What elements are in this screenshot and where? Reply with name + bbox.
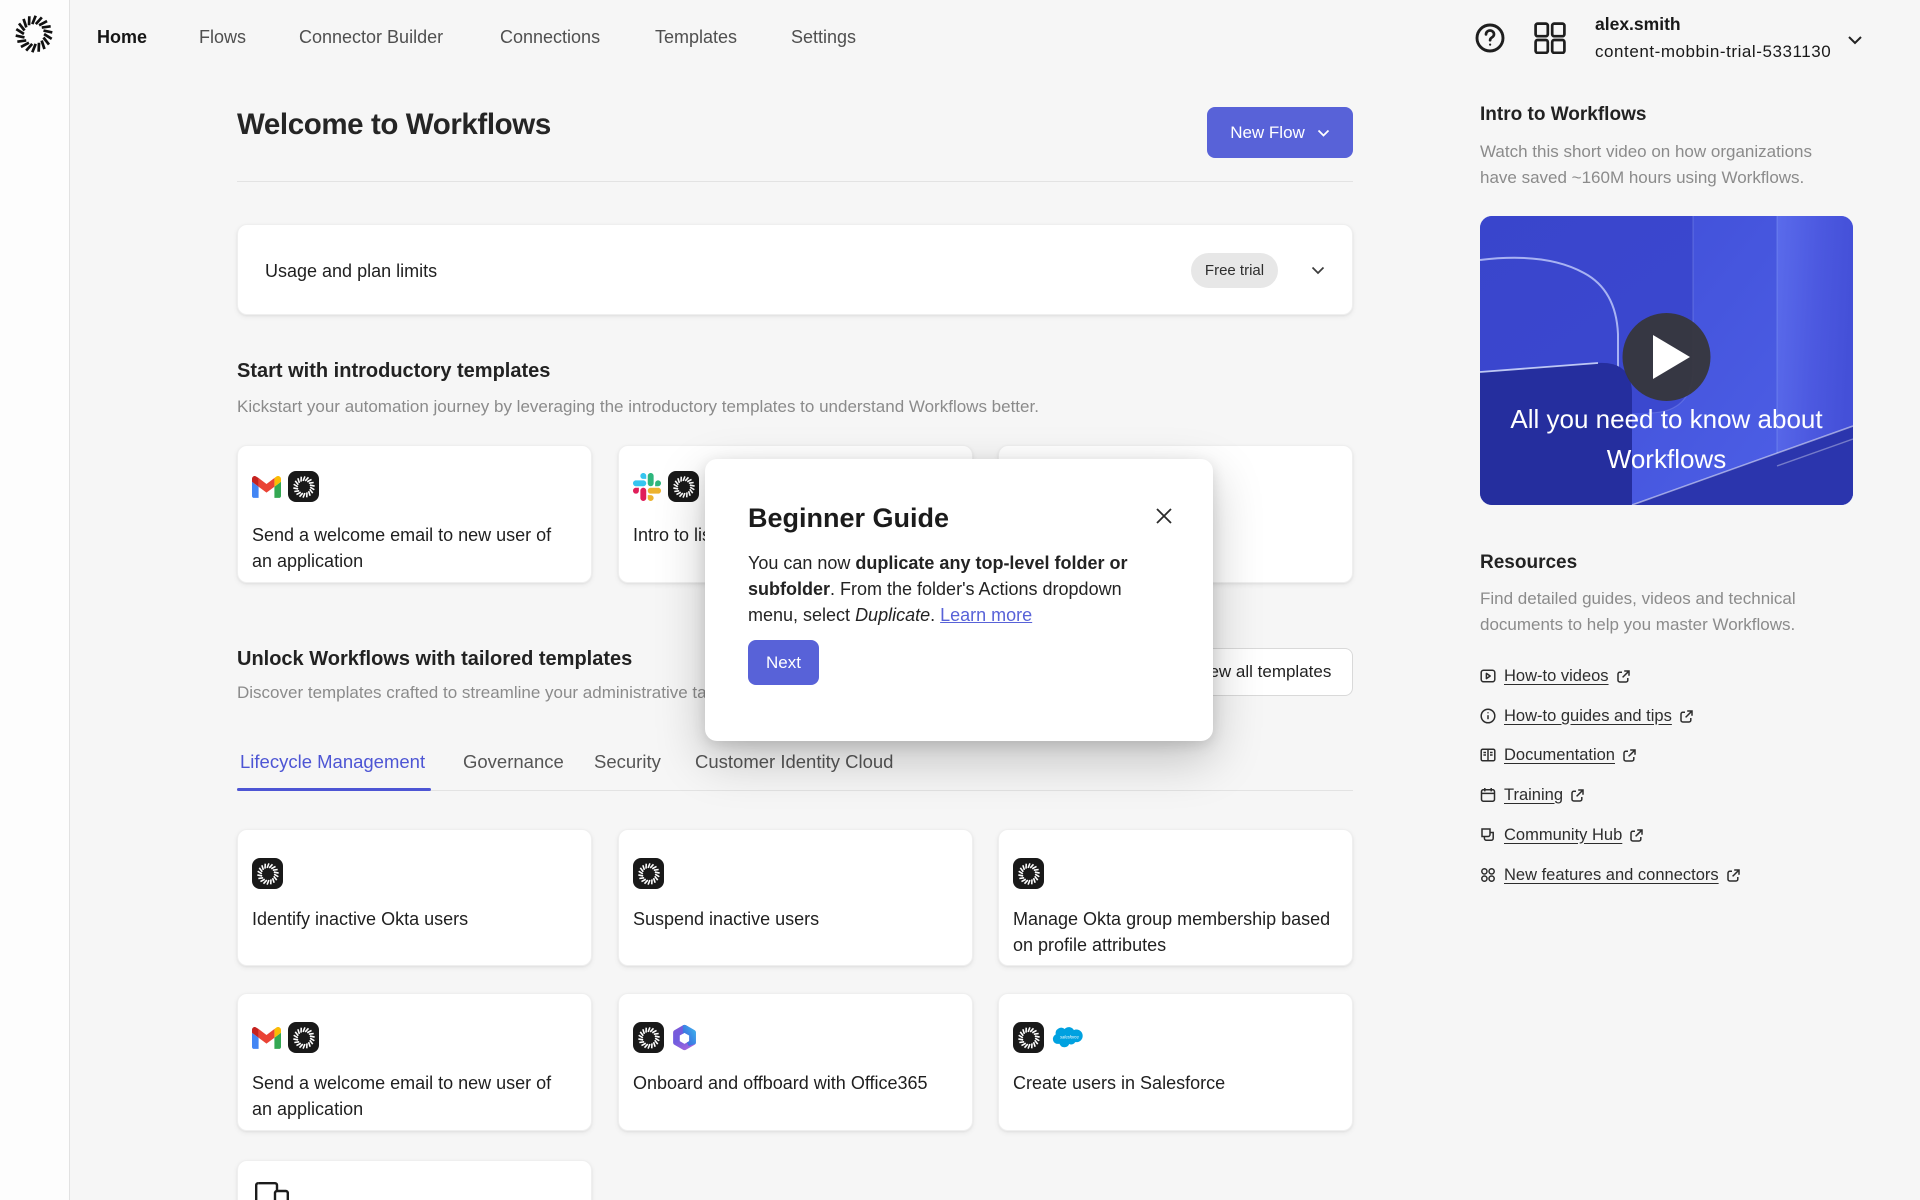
svg-text:salesforce: salesforce xyxy=(1060,1035,1079,1040)
